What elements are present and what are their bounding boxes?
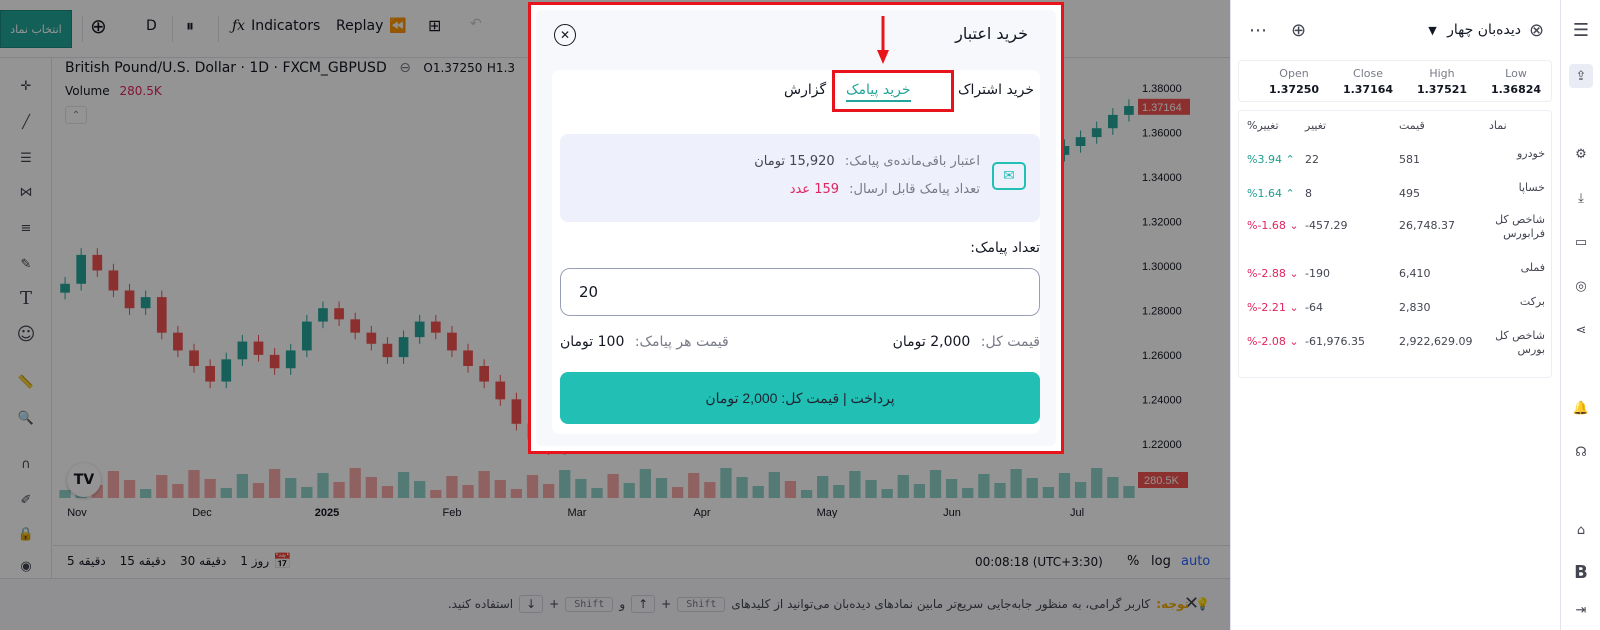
ohlc-header-high: High [1429, 67, 1455, 80]
column-header[interactable]: نماد [1489, 119, 1507, 132]
symbol-change-percent: %-2.88 ⌄ [1247, 267, 1299, 280]
symbol-change: 22 [1305, 153, 1319, 166]
symbol-change: -64 [1305, 301, 1323, 314]
table-row[interactable]: خساپا 495 8 %1.64 ⌃ [1239, 177, 1551, 211]
symbol-name: شاخص کل بورس [1495, 329, 1545, 356]
symbol-price: 26,748.37 [1399, 219, 1455, 232]
tab-highlight-box [832, 70, 954, 112]
ohlc-header-open: Open [1279, 67, 1309, 80]
brand-b-icon[interactable]: B [1569, 560, 1593, 584]
credit-line: اعتبار باقی‌مانده‌ی پیامک: 15,920 تومان [580, 154, 980, 169]
table-row[interactable]: شاخص کل بورس 2,922,629.09 -61,976.35 %-2.08… [1239, 325, 1551, 359]
symbol-change-percent: %1.64 ⌃ [1247, 187, 1295, 200]
symbol-change-percent: %-1.68 ⌄ [1247, 219, 1299, 232]
more-options-icon[interactable]: ⋯ [1249, 20, 1267, 41]
unit-value: 100 تومان [560, 334, 625, 350]
ohlc-value-open: 1.37250 [1268, 83, 1320, 96]
dropdown-caret-icon: ▼ [1428, 24, 1437, 37]
symbol-name: شاخص کل فرابورس [1495, 213, 1545, 240]
total-label: قیمت کل: [980, 334, 1040, 350]
close-watchlist-icon[interactable]: ⊗ [1529, 20, 1544, 41]
symbol-change-percent: %3.94 ⌃ [1247, 153, 1295, 166]
close-modal-icon[interactable]: ✕ [554, 24, 576, 46]
column-header[interactable]: قیمت [1399, 119, 1425, 132]
home-icon[interactable]: ⌂ [1569, 518, 1593, 542]
bell-icon[interactable]: 🔔 [1569, 396, 1593, 420]
symbol-price: 2,922,629.09 [1399, 335, 1473, 348]
share-icon[interactable]: ⋖ [1569, 318, 1593, 342]
symbol-price: 6,410 [1399, 267, 1431, 280]
tab-report[interactable]: گزارش [784, 82, 826, 98]
envelope-icon: ✉ [992, 162, 1026, 190]
pointer-arrow [877, 16, 889, 64]
logout-icon[interactable]: ⇥ [1569, 598, 1593, 622]
column-header[interactable]: تغییر [1305, 119, 1326, 132]
watchlist-toggle-icon[interactable]: ⇪ [1569, 64, 1593, 88]
credit-value: 15,920 تومان [754, 154, 835, 169]
symbol-change: 8 [1305, 187, 1312, 200]
modal-title: خرید اعتبار [955, 24, 1028, 43]
table-row[interactable]: خودرو 581 22 %3.94 ⌃ [1239, 143, 1551, 177]
sms-quantity-input[interactable] [560, 268, 1040, 316]
watchlist-title[interactable]: دیده‌بان چهار ▼ [1371, 22, 1521, 38]
symbol-price: 581 [1399, 153, 1420, 166]
ohlc-header-low: Low [1505, 67, 1527, 80]
symbol-change: -61,976.35 [1305, 335, 1365, 348]
symbol-name: خساپا [1518, 181, 1545, 194]
symbol-price: 2,830 [1399, 301, 1431, 314]
table-row[interactable]: فملی 6,410 -190 %-2.88 ⌄ [1239, 257, 1551, 291]
ohlc-summary: Open 1.37250 Close 1.37164 High 1.37521 Low 1.3… [1238, 60, 1552, 102]
symbol-change: -190 [1305, 267, 1330, 280]
add-to-watchlist-icon[interactable]: ⊕ [1291, 20, 1306, 41]
ohlc-value-high: 1.37521 [1416, 83, 1468, 96]
download-icon[interactable]: ⤓ [1569, 186, 1593, 210]
unit-label: قیمت هر پیامک: [634, 334, 729, 350]
symbol-name: خودرو [1516, 147, 1545, 160]
table-row[interactable]: برکت 2,830 -64 %-2.21 ⌄ [1239, 291, 1551, 325]
table-row[interactable]: شاخص کل فرابورس 26,748.37 -457.29 %-1.68 ⌄ [1239, 209, 1551, 243]
app-root: انتخاب نماد ⊕ D ⏸ ƒx Indicators Replay ⏪… [0, 0, 1600, 630]
menu-icon[interactable]: ☰ [1569, 18, 1593, 42]
watchlist-title-text: دیده‌بان چهار [1447, 22, 1521, 38]
headset-icon[interactable]: ☊ [1569, 440, 1593, 464]
tab-subscription[interactable]: خرید اشتراک [958, 82, 1034, 98]
symbol-change-percent: %-2.21 ⌄ [1247, 301, 1299, 314]
qty-label: تعداد پیامک: [970, 240, 1040, 256]
card-icon[interactable]: ▭ [1569, 230, 1593, 254]
total-price-line: قیمت کل: 2,000 تومان [820, 334, 1040, 350]
ohlc-header-close: Close [1353, 67, 1383, 80]
user-icon[interactable]: ◎ [1569, 274, 1593, 298]
symbol-price: 495 [1399, 187, 1420, 200]
symbol-change: -457.29 [1305, 219, 1348, 232]
right-icon-bar: ☰ ⇪ ⚙ ⤓ ▭ ◎ ⋖ 🔔 ☊ ⌂ B ⇥ [1560, 0, 1600, 630]
count-label: تعداد پیامک قابل ارسال: [849, 182, 980, 197]
pay-button[interactable]: پرداخت | قیمت کل: 2,000 تومان [560, 372, 1040, 424]
symbol-change-percent: %-2.08 ⌄ [1247, 335, 1299, 348]
credit-info-box [560, 134, 1040, 222]
watchlist-table: نماد قیمت تغییر تغییر% خودرو 581 22 %3.94 ⌃ خساپ… [1238, 110, 1552, 378]
ohlc-value-low: 1.36824 [1490, 83, 1542, 96]
settings-icon[interactable]: ⚙ [1569, 142, 1593, 166]
unit-price-line: قیمت هر پیامک: 100 تومان [560, 334, 780, 350]
column-header[interactable]: تغییر% [1247, 119, 1279, 132]
ohlc-value-close: 1.37164 [1342, 83, 1394, 96]
total-value: 2,000 تومان [892, 334, 971, 350]
symbol-name: فملی [1520, 261, 1545, 274]
count-line: تعداد پیامک قابل ارسال: 159 عدد [580, 182, 980, 197]
count-value: 159 عدد [789, 182, 840, 197]
credit-label: اعتبار باقی‌مانده‌ی پیامک: [844, 154, 980, 169]
symbol-name: برکت [1519, 295, 1545, 308]
